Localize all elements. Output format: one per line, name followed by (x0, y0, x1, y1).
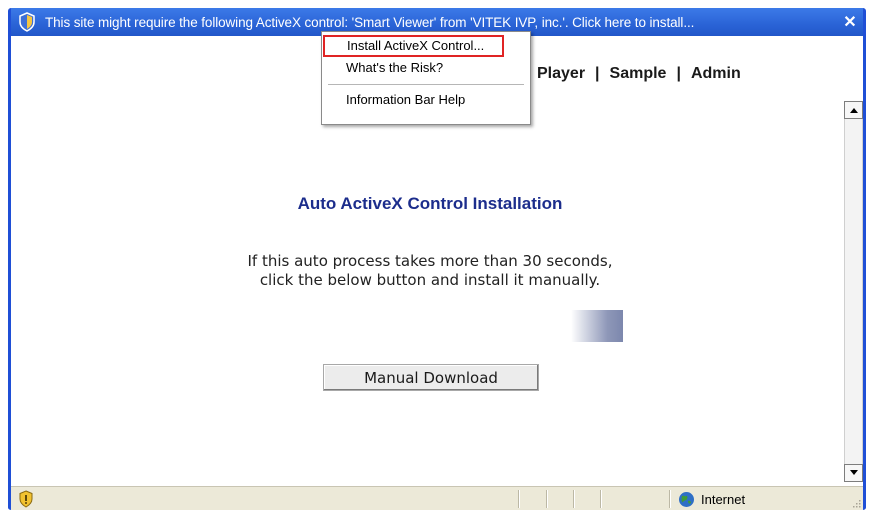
arrow-down-icon (849, 470, 858, 475)
information-bar-message[interactable]: This site might require the following Ac… (45, 15, 694, 30)
security-zone-label: Internet (701, 491, 746, 507)
status-bar: Internet (11, 486, 863, 510)
menu-item-install-activex[interactable]: Install ActiveX Control... (323, 35, 504, 57)
nav-link-admin[interactable]: Admin (691, 65, 741, 83)
resize-grip-icon[interactable] (851, 498, 861, 508)
menu-item-information-bar-help[interactable]: Information Bar Help (322, 89, 530, 111)
close-icon[interactable]: ✕ (840, 12, 860, 32)
status-divider (573, 490, 574, 508)
nav-separator: | (676, 65, 681, 82)
instructions-line-1: If this auto process takes more than 30 … (247, 252, 613, 270)
shield-icon (16, 11, 38, 33)
instructions-line-2: click the below button and install it ma… (259, 271, 601, 289)
scroll-down-button[interactable] (844, 464, 863, 482)
status-divider (518, 490, 519, 508)
page-title: Auto ActiveX Control Installation (297, 194, 563, 213)
nav-link-sample[interactable]: Sample (610, 65, 667, 83)
status-divider (600, 490, 601, 508)
top-navigation: Player | Sample | Admin (537, 64, 741, 84)
menu-item-whats-the-risk[interactable]: What's the Risk? (322, 57, 530, 79)
globe-icon (679, 491, 694, 507)
nav-link-player[interactable]: Player (537, 65, 585, 83)
instructions-text: If this auto process takes more than 30 … (11, 252, 849, 290)
menu-separator (328, 84, 524, 85)
information-bar-menu: Install ActiveX Control... What's the Ri… (321, 31, 531, 125)
vertical-scrollbar[interactable] (844, 101, 863, 482)
manual-download-button[interactable]: Manual Download (323, 364, 539, 391)
scroll-up-button[interactable] (844, 101, 863, 119)
warning-shield-icon[interactable] (17, 490, 35, 508)
browser-window: This site might require the following Ac… (8, 8, 866, 510)
nav-separator: | (595, 65, 600, 82)
loading-indicator (571, 310, 623, 342)
status-divider (546, 490, 547, 508)
arrow-up-icon (849, 108, 858, 113)
security-zone[interactable]: Internet (678, 490, 745, 508)
status-divider (669, 490, 670, 508)
